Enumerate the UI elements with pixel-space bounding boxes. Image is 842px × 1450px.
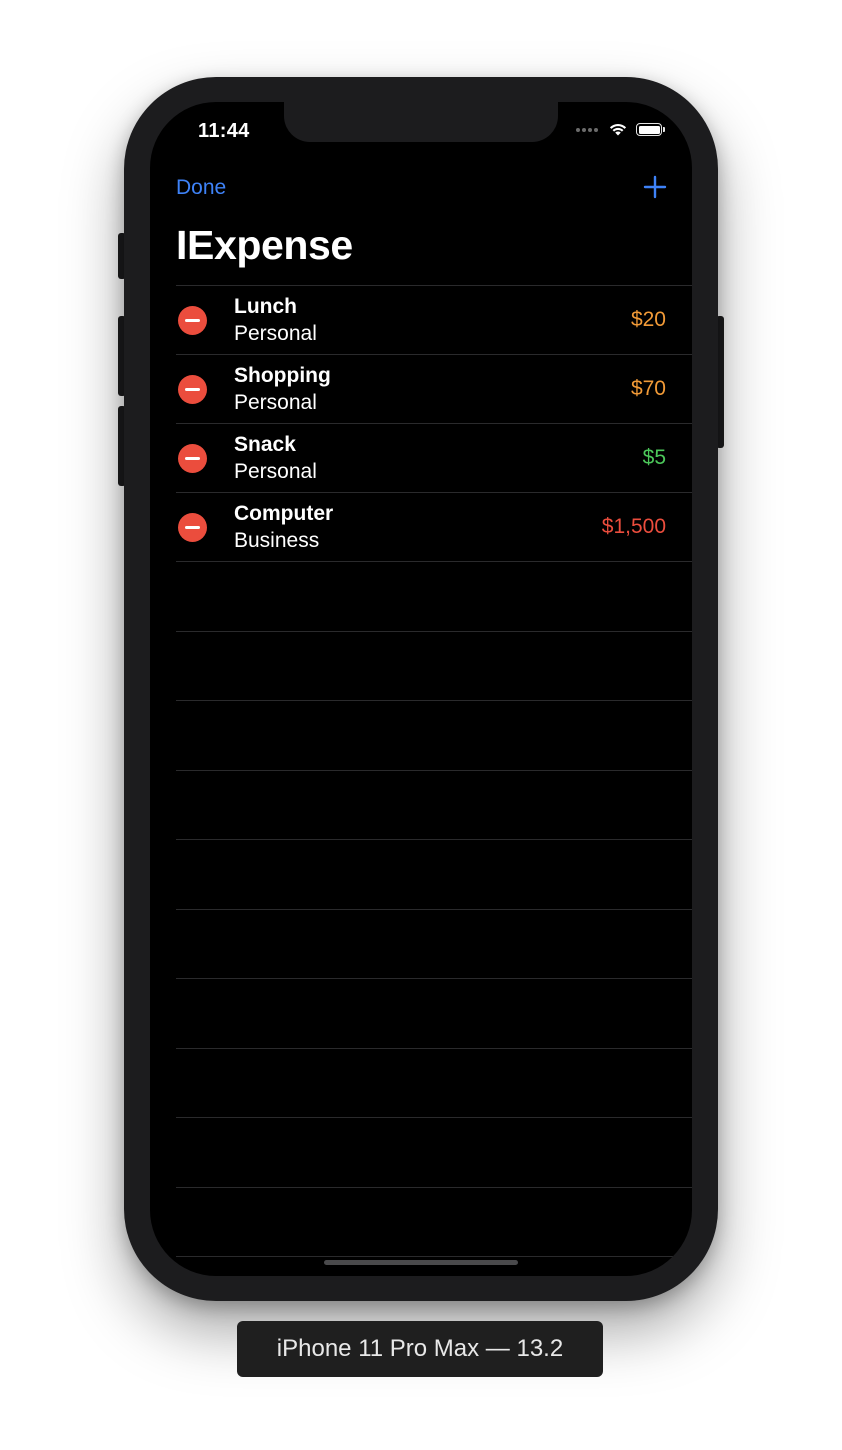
empty-row [176,700,692,770]
expense-type: Personal [234,322,317,345]
status-time: 11:44 [198,120,250,142]
list-item[interactable]: Lunch Personal $20 [176,285,692,354]
empty-row [176,630,692,701]
home-indicator[interactable] [324,1260,518,1265]
battery-icon [636,123,665,136]
delete-icon[interactable] [178,306,207,335]
empty-row [176,561,692,631]
page-title: IExpense [176,222,353,268]
list-item[interactable]: Shopping Personal $70 [176,354,692,423]
empty-row [176,1117,692,1187]
phone-screen: 11:44 Done IExpense Lunch Personal $20 S… [150,102,692,1276]
status-icons [576,122,665,137]
empty-row [176,908,692,979]
wifi-icon [609,124,627,136]
expense-name: Computer [234,502,334,525]
cellular-signal-icon [576,127,598,132]
expense-amount: $20 [630,308,666,331]
delete-icon[interactable] [178,444,207,473]
done-button[interactable]: Done [176,176,226,200]
expense-list: Lunch Personal $20 Shopping Personal $70… [150,285,692,1276]
expense-amount: $1,500 [601,515,666,538]
empty-row [176,769,692,840]
expense-type: Business [234,529,320,552]
empty-row [176,978,692,1048]
device-label: iPhone 11 Pro Max — 13.2 [237,1321,603,1377]
expense-amount: $5 [642,446,666,469]
simulator-stage: 11:44 Done IExpense Lunch Personal $20 S… [0,0,842,1450]
expense-amount: $70 [630,377,666,400]
list-item[interactable]: Snack Personal $5 [176,423,692,492]
empty-row [176,1047,692,1118]
delete-icon[interactable] [178,375,207,404]
expense-type: Personal [234,391,317,414]
plus-icon[interactable] [642,174,668,200]
expense-name: Snack [234,433,296,456]
notch [284,102,558,142]
empty-row [176,1256,692,1276]
expense-name: Lunch [234,295,297,318]
expense-type: Personal [234,460,317,483]
list-item[interactable]: Computer Business $1,500 [176,492,692,561]
empty-row [176,839,692,909]
delete-icon[interactable] [178,513,207,542]
empty-row [176,1186,692,1257]
expense-name: Shopping [234,364,331,387]
